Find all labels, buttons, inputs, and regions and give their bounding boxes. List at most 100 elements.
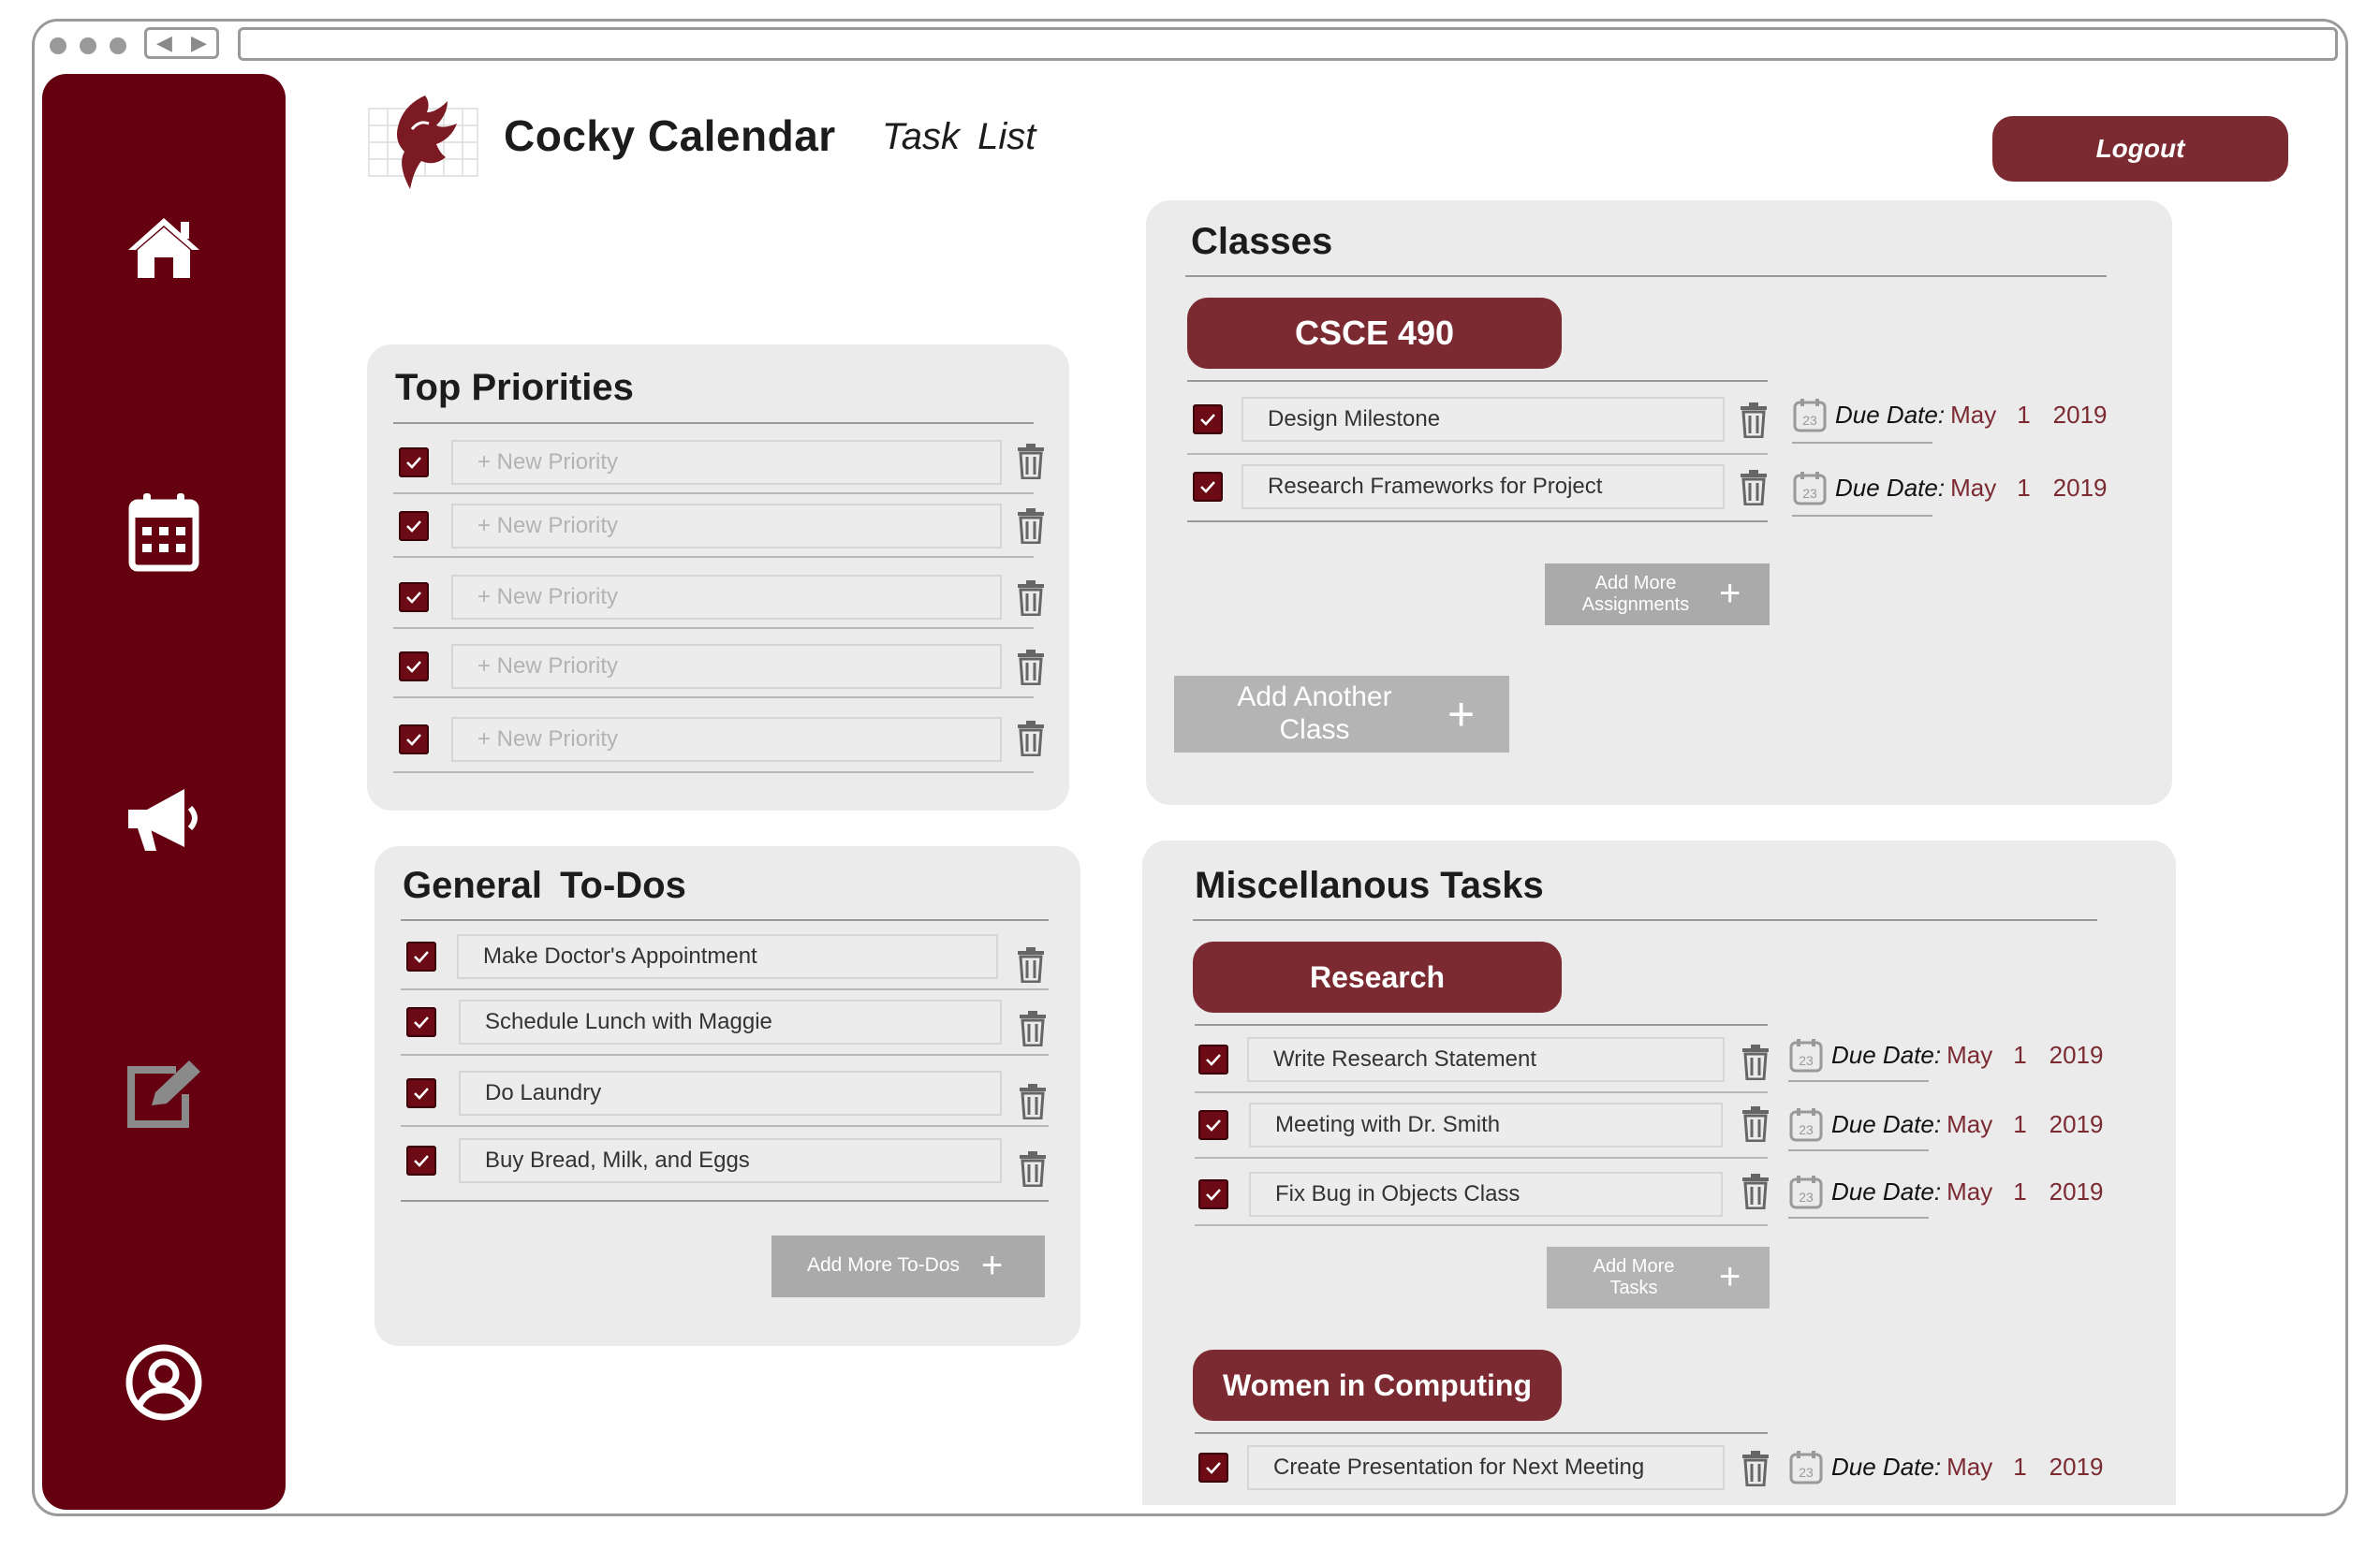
trash-icon[interactable]: [1019, 1011, 1047, 1046]
due-day[interactable]: 1: [2013, 1041, 2026, 1070]
assignment-checkbox[interactable]: [1193, 472, 1223, 502]
todo-checkbox[interactable]: [406, 942, 436, 972]
task-input[interactable]: Write Research Statement: [1247, 1037, 1725, 1082]
assignment-input[interactable]: Research Frameworks for Project: [1241, 464, 1725, 509]
priority-checkbox[interactable]: [399, 511, 429, 541]
due-day[interactable]: 1: [2013, 1110, 2026, 1139]
group-button-research[interactable]: Research: [1193, 942, 1562, 1013]
add-class-button[interactable]: Add Another Class +: [1174, 676, 1509, 753]
due-month[interactable]: May: [1950, 401, 1996, 430]
assignment-checkbox[interactable]: [1193, 404, 1223, 434]
app-logo: [367, 92, 479, 193]
browser-nav-buttons: ◀ ▶: [144, 27, 219, 59]
divider: [1195, 1432, 1768, 1434]
due-month[interactable]: May: [1947, 1453, 1992, 1482]
priority-checkbox[interactable]: [399, 447, 429, 477]
logout-button[interactable]: Logout: [1992, 116, 2288, 182]
trash-icon[interactable]: [1017, 580, 1045, 616]
calendar-date-icon: 23: [1792, 397, 1828, 432]
trash-icon[interactable]: [1017, 947, 1045, 983]
todo-checkbox[interactable]: [406, 1146, 436, 1176]
due-day[interactable]: 1: [2013, 1453, 2026, 1482]
divider: [1195, 1224, 1768, 1226]
due-day[interactable]: 1: [2013, 1177, 2026, 1206]
due-year[interactable]: 2019: [2049, 1110, 2104, 1139]
add-assignments-label-line2: Assignments: [1581, 594, 1690, 615]
due-month[interactable]: May: [1947, 1041, 1992, 1070]
divider: [393, 627, 1034, 629]
add-todos-button[interactable]: Add More To-Dos +: [771, 1236, 1045, 1297]
window-close-dot[interactable]: [50, 37, 66, 54]
due-month[interactable]: May: [1950, 474, 1996, 503]
task-checkbox[interactable]: [1198, 1045, 1228, 1075]
add-tasks-button[interactable]: Add More Tasks +: [1547, 1247, 1770, 1309]
page-title: Task List: [882, 116, 1036, 157]
todo-checkbox[interactable]: [406, 1007, 436, 1037]
todo-input[interactable]: Make Doctor's Appointment: [457, 934, 998, 979]
priority-input[interactable]: + New Priority: [451, 440, 1002, 485]
sidebar-item-profile[interactable]: [42, 1343, 286, 1422]
task-input[interactable]: Meeting with Dr. Smith: [1249, 1103, 1723, 1148]
sidebar-item-home[interactable]: [42, 214, 286, 282]
trash-icon[interactable]: [1017, 650, 1045, 685]
trash-icon[interactable]: [1017, 721, 1045, 756]
trash-icon[interactable]: [1741, 1106, 1770, 1142]
due-year[interactable]: 2019: [2053, 474, 2108, 503]
assignment-input[interactable]: Design Milestone: [1241, 397, 1725, 442]
misc-tasks-title: Miscellanous Tasks: [1195, 865, 1544, 906]
todo-input[interactable]: Schedule Lunch with Maggie: [459, 1000, 1002, 1045]
due-date-label: Due Date:: [1831, 1109, 1942, 1138]
task-input[interactable]: Create Presentation for Next Meeting: [1247, 1445, 1725, 1490]
priority-input[interactable]: + New Priority: [451, 717, 1002, 762]
task-input[interactable]: Fix Bug in Objects Class: [1249, 1172, 1723, 1217]
due-day[interactable]: 1: [2017, 401, 2030, 430]
window-minimize-dot[interactable]: [80, 37, 96, 54]
todo-input[interactable]: Buy Bread, Milk, and Eggs: [459, 1138, 1002, 1183]
calendar-date-icon: 23: [1788, 1106, 1824, 1142]
sidebar-item-announcements[interactable]: [42, 785, 286, 855]
group-button-women-in-computing[interactable]: Women in Computing: [1193, 1350, 1562, 1421]
due-year[interactable]: 2019: [2049, 1041, 2104, 1070]
plus-icon: +: [1447, 688, 1476, 740]
divider: [1187, 380, 1768, 382]
class-button-csce-490[interactable]: CSCE 490: [1187, 298, 1562, 369]
due-year[interactable]: 2019: [2049, 1453, 2104, 1482]
sidebar-item-edit[interactable]: [42, 1059, 286, 1130]
sidebar-item-calendar[interactable]: [42, 491, 286, 572]
trash-icon[interactable]: [1019, 1084, 1047, 1119]
due-year[interactable]: 2019: [2049, 1177, 2104, 1206]
priority-checkbox[interactable]: [399, 724, 429, 754]
priority-input[interactable]: + New Priority: [451, 504, 1002, 548]
trash-icon[interactable]: [1741, 1451, 1770, 1486]
task-checkbox[interactable]: [1198, 1110, 1228, 1140]
trash-icon[interactable]: [1019, 1151, 1047, 1187]
todo-input[interactable]: Do Laundry: [459, 1071, 1002, 1116]
priority-input[interactable]: + New Priority: [451, 575, 1002, 620]
trash-icon[interactable]: [1740, 402, 1768, 438]
due-month[interactable]: May: [1947, 1110, 1992, 1139]
forward-arrow-icon[interactable]: ▶: [191, 31, 207, 55]
back-arrow-icon[interactable]: ◀: [156, 31, 172, 55]
address-bar[interactable]: [238, 27, 2338, 61]
edit-icon: [127, 1060, 200, 1128]
trash-icon[interactable]: [1741, 1045, 1770, 1080]
profile-icon: [125, 1344, 202, 1421]
priority-checkbox[interactable]: [399, 651, 429, 681]
svg-text:23: 23: [1799, 1465, 1814, 1480]
trash-icon[interactable]: [1017, 444, 1045, 479]
calendar-date-icon: 23: [1788, 1037, 1824, 1073]
task-checkbox[interactable]: [1198, 1453, 1228, 1483]
todo-checkbox[interactable]: [406, 1078, 436, 1108]
plus-icon: +: [1719, 573, 1741, 614]
due-year[interactable]: 2019: [2053, 401, 2108, 430]
priority-checkbox[interactable]: [399, 582, 429, 612]
trash-icon[interactable]: [1017, 508, 1045, 544]
due-month[interactable]: May: [1947, 1177, 1992, 1206]
window-maximize-dot[interactable]: [110, 37, 126, 54]
add-assignments-button[interactable]: Add More Assignments +: [1545, 563, 1770, 625]
trash-icon[interactable]: [1741, 1174, 1770, 1209]
task-checkbox[interactable]: [1198, 1179, 1228, 1209]
trash-icon[interactable]: [1740, 470, 1768, 505]
due-day[interactable]: 1: [2017, 474, 2030, 503]
priority-input[interactable]: + New Priority: [451, 644, 1002, 689]
